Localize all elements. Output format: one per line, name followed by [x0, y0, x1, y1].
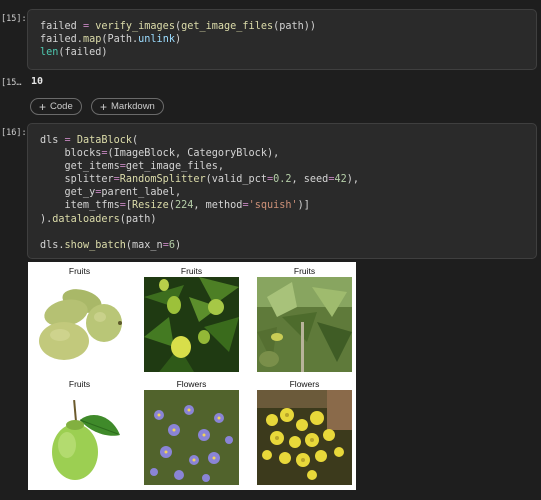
- show-batch-output: Fruits Fruits Fruits Fruits Flowers Flow…: [28, 262, 356, 490]
- batch-label: Fruits: [180, 266, 203, 276]
- batch-item: Flowers: [257, 378, 352, 485]
- purple-flowers-photo: [144, 390, 239, 485]
- batch-label: Fruits: [68, 266, 91, 276]
- cell-prompt: [16]:: [1, 128, 27, 138]
- plus-icon: +: [100, 99, 108, 114]
- output-prompt: [15…: [1, 78, 22, 88]
- batch-label: Flowers: [176, 379, 207, 389]
- code-editor[interactable]: dls = DataBlock( blocks=(ImageBlock, Cat…: [40, 134, 524, 252]
- cell-prompt: [15]:: [1, 14, 27, 24]
- code-editor[interactable]: failed = verify_images(get_image_files(p…: [40, 20, 524, 59]
- output-value: 10: [31, 76, 44, 87]
- plus-icon: +: [39, 99, 47, 114]
- batch-label: Fruits: [293, 266, 316, 276]
- plant-photo: [257, 277, 352, 372]
- code-line: failed.map(Path.unlink): [40, 34, 182, 46]
- add-code-label: Code: [50, 101, 73, 112]
- guavas-photo: [32, 277, 127, 372]
- lime-tree-photo: [144, 277, 239, 372]
- code-line: len(failed): [40, 47, 108, 59]
- guava-with-leaf-photo: [32, 390, 127, 485]
- batch-item: Flowers: [144, 378, 239, 485]
- batch-label: Flowers: [289, 379, 320, 389]
- add-markdown-button[interactable]: + Markdown: [91, 98, 164, 115]
- yellow-flowers-photo: [257, 390, 352, 485]
- batch-item: Fruits: [32, 378, 127, 485]
- code-cell[interactable]: failed = verify_images(get_image_files(p…: [27, 9, 537, 70]
- code-cell[interactable]: dls = DataBlock( blocks=(ImageBlock, Cat…: [27, 123, 537, 259]
- batch-label: Fruits: [68, 379, 91, 389]
- add-code-button[interactable]: + Code: [30, 98, 82, 115]
- batch-item: Fruits: [32, 265, 127, 372]
- batch-item: Fruits: [144, 265, 239, 372]
- add-markdown-label: Markdown: [111, 101, 155, 112]
- batch-item: Fruits: [257, 265, 352, 372]
- code-line: failed = verify_images(get_image_files(p…: [40, 21, 317, 32]
